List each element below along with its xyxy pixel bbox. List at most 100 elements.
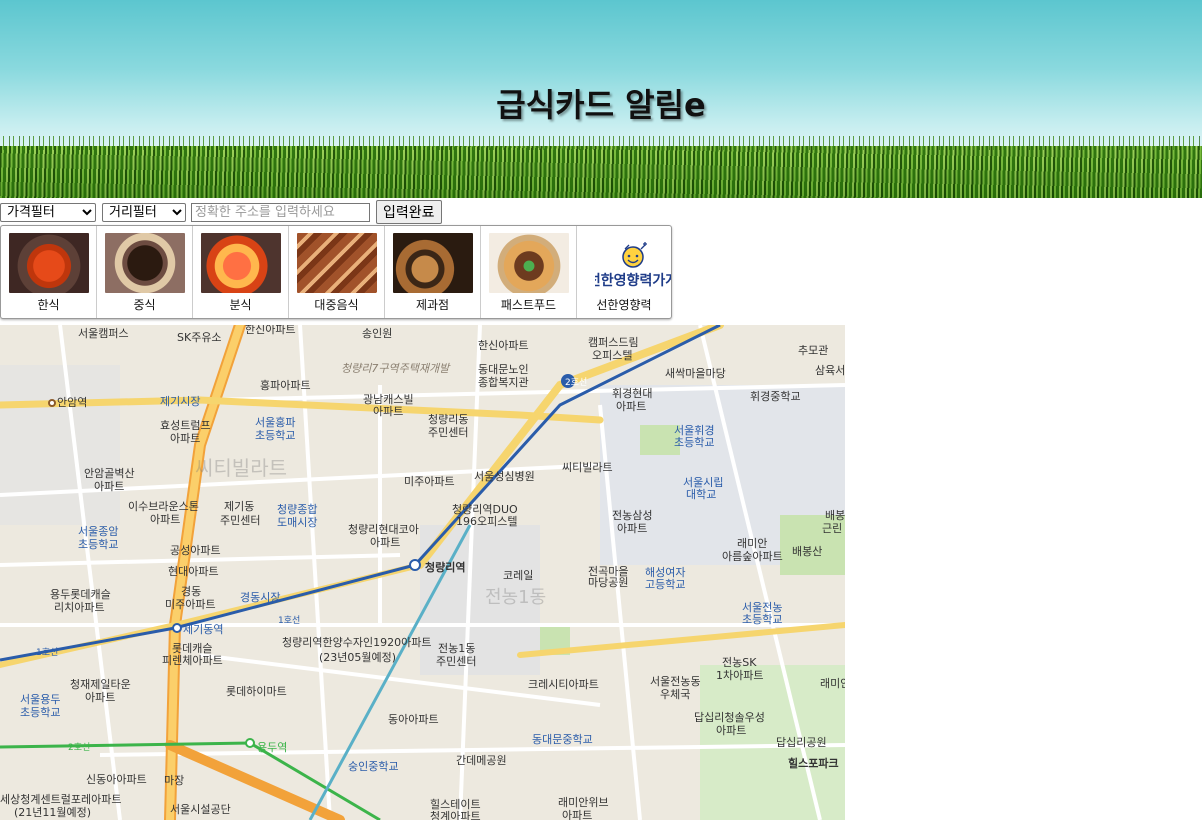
map-label: 힐스포파크 bbox=[788, 756, 839, 770]
bakery-icon bbox=[393, 233, 473, 293]
map-label: 공성아파트 bbox=[170, 544, 221, 557]
map-label: 제기시장 bbox=[160, 395, 200, 408]
map-label: 청량리동 bbox=[428, 413, 468, 426]
map-label: 래미안위브 bbox=[558, 796, 609, 809]
map-label: 신동아아파트 bbox=[86, 773, 147, 786]
map-label: 새싹마을마당 bbox=[665, 367, 726, 380]
map-label: 이수브라운스톤 bbox=[128, 500, 199, 513]
map-label: 서울홍파 bbox=[255, 415, 295, 429]
map-label: 경동시장 bbox=[240, 591, 280, 604]
map-label: 휘경중학교 bbox=[750, 390, 801, 403]
map-label: 196오피스텔 bbox=[456, 515, 517, 528]
map-view[interactable]: 2호선 씨티빌라트 오피스텔 서울캠퍼스 SK주유소 한신아파트 송인원 캠퍼스… bbox=[0, 325, 845, 820]
map-label: 용두역 bbox=[257, 741, 287, 754]
map-label: 서울용두 bbox=[20, 693, 60, 706]
map-label: 아파트 bbox=[716, 724, 746, 737]
station-marker[interactable] bbox=[409, 559, 421, 571]
map-label: 주민센터 bbox=[436, 655, 476, 668]
station-marker[interactable] bbox=[245, 738, 255, 748]
map-label: 제기동 bbox=[224, 500, 254, 513]
map-label: 2호선 bbox=[565, 377, 587, 388]
map-label: 우체국 bbox=[660, 688, 690, 701]
map-label: 숭인중학교 bbox=[348, 760, 399, 773]
category-label: 중식 bbox=[133, 298, 156, 312]
map-label: 래미안 bbox=[820, 677, 845, 690]
map-label: 전농삼성 bbox=[612, 509, 652, 522]
map-label: 해성여자 bbox=[645, 565, 685, 579]
header-banner: 급식카드 알림e bbox=[0, 0, 1202, 198]
map-label: 초등학교 bbox=[20, 706, 60, 719]
map-label: 래미안 bbox=[737, 537, 767, 550]
distance-filter-select[interactable]: 거리필터 bbox=[102, 202, 186, 222]
map-label: 서울전농동 bbox=[650, 675, 701, 688]
category-chinese[interactable]: 중식 bbox=[97, 226, 193, 318]
map-label: 경동 bbox=[181, 585, 201, 598]
category-snack[interactable]: 분식 bbox=[193, 226, 289, 318]
submit-button[interactable]: 입력완료 bbox=[376, 200, 442, 224]
map-label: 효성트럼프 bbox=[160, 419, 211, 432]
map-label: 청량리역 bbox=[425, 560, 465, 574]
category-label: 선한영향력 bbox=[596, 298, 652, 312]
category-good-influence[interactable]: 선한영향력가게 선한영향력 bbox=[577, 226, 671, 318]
price-filter-select[interactable]: 가격필터 bbox=[0, 202, 96, 222]
map-label: 안암골벽산 bbox=[84, 467, 135, 480]
category-bakery[interactable]: 제과점 bbox=[385, 226, 481, 318]
map-label: 미주아파트 bbox=[404, 475, 455, 488]
map-label: 미주아파트 bbox=[165, 598, 216, 611]
map-label: 아파트 bbox=[370, 536, 400, 549]
map-label: 서울시설공단 bbox=[170, 803, 231, 816]
map-label: 한신아파트 bbox=[478, 339, 529, 352]
category-label: 패스트푸드 bbox=[500, 298, 557, 312]
map-label: 동대문중학교 bbox=[532, 733, 593, 746]
good-influence-logo-icon: 선한영향력가게 bbox=[585, 233, 671, 293]
map-label: 마당공원 bbox=[588, 576, 628, 589]
map-label: 제기동역 bbox=[183, 623, 223, 636]
map-label: 한신아파트 bbox=[245, 325, 296, 336]
map-label: 아파트 bbox=[94, 480, 124, 493]
map-canvas[interactable]: 2호선 씨티빌라트 오피스텔 서울캠퍼스 SK주유소 한신아파트 송인원 캠퍼스… bbox=[0, 325, 845, 820]
map-label: 동대문노인 bbox=[478, 363, 529, 376]
map-label: 송인원 bbox=[362, 327, 392, 340]
popular-food-icon bbox=[297, 233, 377, 293]
map-label: 아파트 bbox=[617, 522, 647, 535]
map-label: 씨티빌라트 bbox=[562, 461, 613, 474]
map-label: (21년11월예정) bbox=[14, 806, 91, 819]
map-label: 주민센터 bbox=[220, 514, 260, 527]
map-label: 서울캠퍼스 bbox=[78, 327, 129, 340]
map-label: 종합복지관 bbox=[478, 376, 529, 389]
map-label: 서울종암 bbox=[78, 525, 118, 538]
map-label: 삼육서 bbox=[815, 364, 845, 377]
map-label: 청량리7구역주택재개발 bbox=[341, 362, 451, 375]
category-fastfood[interactable]: 패스트푸드 bbox=[481, 226, 577, 318]
station-marker[interactable] bbox=[48, 399, 56, 407]
category-label: 대중음식 bbox=[314, 298, 359, 312]
map-district-label: 전농1동 bbox=[485, 587, 546, 608]
map-label: 동아아파트 bbox=[388, 713, 439, 726]
map-label: 근린 bbox=[822, 522, 842, 535]
map-label: 휘경현대 bbox=[612, 387, 652, 400]
map-label: 아파트 bbox=[170, 432, 200, 445]
map-district-label: 씨티빌라트 bbox=[195, 456, 287, 480]
map-label: SK주유소 bbox=[177, 331, 222, 344]
map-label: 초등학교 bbox=[674, 436, 714, 449]
map-label: 아파트 bbox=[616, 400, 646, 413]
chinese-food-icon bbox=[105, 233, 185, 293]
map-label: 1호선 bbox=[36, 647, 58, 658]
category-popular[interactable]: 대중음식 bbox=[289, 226, 385, 318]
map-label: 현대아파트 bbox=[168, 565, 219, 578]
map-label: 오피스텔 bbox=[592, 349, 632, 362]
map-label: 초등학교 bbox=[78, 538, 118, 551]
map-label: 피렌체아파트 bbox=[162, 654, 223, 667]
map-label: 간데메공원 bbox=[456, 754, 507, 767]
map-label: 롯데하이마트 bbox=[226, 684, 287, 698]
station-marker[interactable] bbox=[172, 623, 182, 633]
map-label: 주민센터 bbox=[428, 426, 468, 439]
page-title: 급식카드 알림e bbox=[496, 86, 706, 124]
grass-decoration bbox=[0, 136, 1202, 198]
korean-food-icon bbox=[9, 233, 89, 293]
map-label: 코레일 bbox=[503, 568, 533, 582]
map-label: 배봉 bbox=[825, 509, 845, 522]
category-korean[interactable]: 한식 bbox=[1, 226, 97, 318]
address-input[interactable] bbox=[191, 202, 370, 222]
map-label: 초등학교 bbox=[255, 429, 295, 442]
